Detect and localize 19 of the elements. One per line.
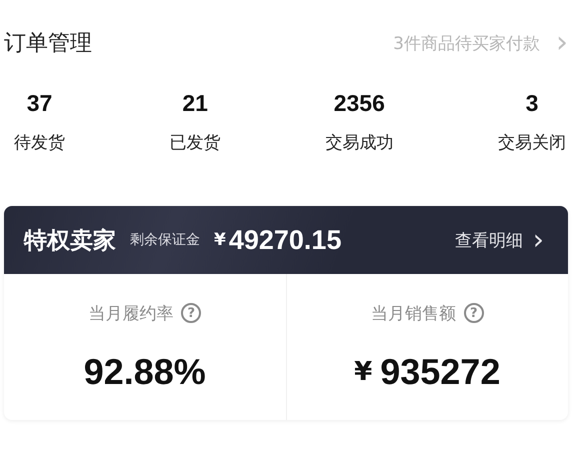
stat-value: 37 [26, 90, 52, 117]
section-title: 订单管理 [4, 30, 92, 58]
stat-label[interactable]: 交易关闭 [498, 131, 566, 154]
currency-sign: ¥ [354, 356, 372, 386]
stat-label[interactable]: 待发货 [14, 131, 65, 154]
deposit-label: 剩余保证金 [130, 231, 200, 249]
metric-label: 当月销售额 [370, 302, 456, 324]
currency-sign: ¥ [214, 230, 226, 250]
metric-value: 935272 [380, 350, 500, 392]
stat-value: 3 [526, 90, 538, 117]
metric-value: 92.88% [84, 350, 206, 392]
stat-label[interactable]: 交易成功 [325, 131, 394, 154]
stat-value: 2356 [334, 90, 385, 117]
metric-label: 当月履约率 [88, 302, 174, 324]
deposit-amount: 49270.15 [228, 224, 342, 256]
stat-label[interactable]: 已发货 [170, 131, 221, 154]
view-details-link[interactable]: 查看明细 › [454, 226, 544, 254]
seller-title: 特权卖家 [24, 226, 116, 256]
stat-value: 21 [182, 90, 208, 117]
